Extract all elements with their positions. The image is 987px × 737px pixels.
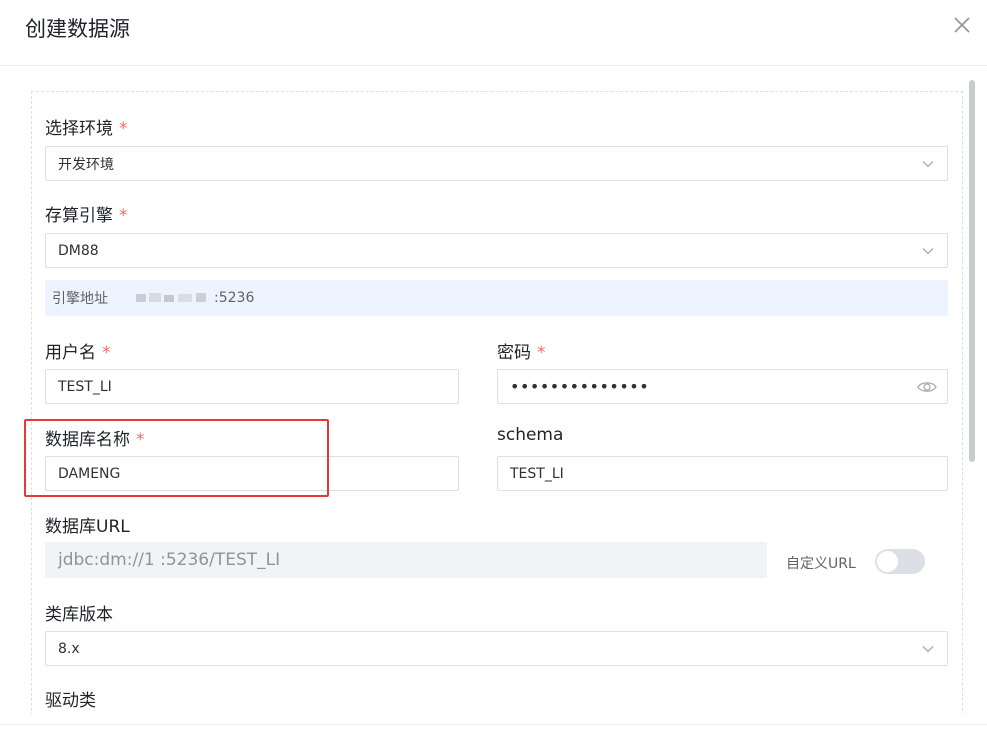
eye-icon[interactable] — [917, 378, 937, 396]
schema-input[interactable]: TEST_LI — [497, 456, 948, 491]
custom-url-switch[interactable] — [875, 549, 925, 574]
database-name-label-text: 数据库名称 — [45, 430, 130, 450]
password-input[interactable]: •••••••••••••• — [497, 369, 948, 404]
username-value: TEST_LI — [58, 378, 112, 395]
library-version-label-text: 类库版本 — [45, 605, 113, 625]
dialog-title: 创建数据源 — [25, 17, 130, 41]
database-url-label: 数据库URL — [45, 512, 130, 537]
driver-class-label: 驱动类 — [45, 686, 96, 711]
close-icon[interactable] — [950, 13, 974, 37]
username-label-text: 用户名 — [45, 343, 96, 363]
engine-address-label: 引擎地址 — [52, 291, 108, 307]
custom-url-label: 自定义URL — [786, 556, 856, 572]
engine-select-value: DM88 — [58, 242, 99, 259]
database-url-input: jdbc:dm://1 :5236/TEST_LI — [45, 542, 767, 578]
library-version-select[interactable]: 8.x — [45, 631, 948, 666]
database-name-label: 数据库名称 * — [45, 425, 145, 450]
engine-label: 存算引擎 * — [45, 201, 128, 226]
password-label: 密码 * — [497, 338, 546, 363]
password-label-text: 密码 — [497, 343, 531, 363]
username-input[interactable]: TEST_LI — [45, 369, 459, 404]
driver-class-label-text: 驱动类 — [45, 691, 96, 711]
required-mark: * — [136, 430, 145, 450]
scrollbar-thumb[interactable] — [969, 80, 975, 462]
engine-label-text: 存算引擎 — [45, 206, 113, 226]
environment-select[interactable]: 开发环境 — [45, 146, 948, 181]
engine-address-value: :5236 — [136, 290, 254, 306]
database-name-input[interactable]: DAMENG — [45, 456, 459, 491]
masked-address-image — [136, 293, 206, 302]
switch-knob — [877, 551, 898, 572]
schema-label: schema — [497, 425, 563, 445]
dialog-header: 创建数据源 — [0, 0, 987, 66]
environment-label-text: 选择环境 — [45, 119, 113, 139]
schema-label-text: schema — [497, 425, 564, 445]
database-name-value: DAMENG — [58, 465, 121, 482]
engine-select[interactable]: DM88 — [45, 233, 948, 268]
password-value: •••••••••••••• — [510, 377, 650, 396]
library-version-value: 8.x — [58, 640, 80, 657]
schema-value: TEST_LI — [510, 465, 564, 482]
required-mark: * — [119, 119, 128, 139]
library-version-label: 类库版本 — [45, 600, 113, 625]
engine-address-port: :5236 — [214, 290, 255, 306]
chevron-down-icon — [922, 248, 934, 255]
engine-address-bar: 引擎地址 :5236 — [45, 280, 948, 316]
environment-label: 选择环境 * — [45, 114, 128, 139]
database-url-value: jdbc:dm://1 :5236/TEST_LI — [58, 550, 281, 570]
username-label: 用户名 * — [45, 338, 111, 363]
database-url-label-text: 数据库URL — [45, 517, 130, 537]
chevron-down-icon — [922, 161, 934, 168]
required-mark: * — [102, 343, 111, 363]
required-mark: * — [537, 343, 546, 363]
environment-select-value: 开发环境 — [58, 156, 114, 173]
dialog-footer-divider — [0, 724, 987, 725]
required-mark: * — [119, 206, 128, 226]
chevron-down-icon — [922, 646, 934, 653]
